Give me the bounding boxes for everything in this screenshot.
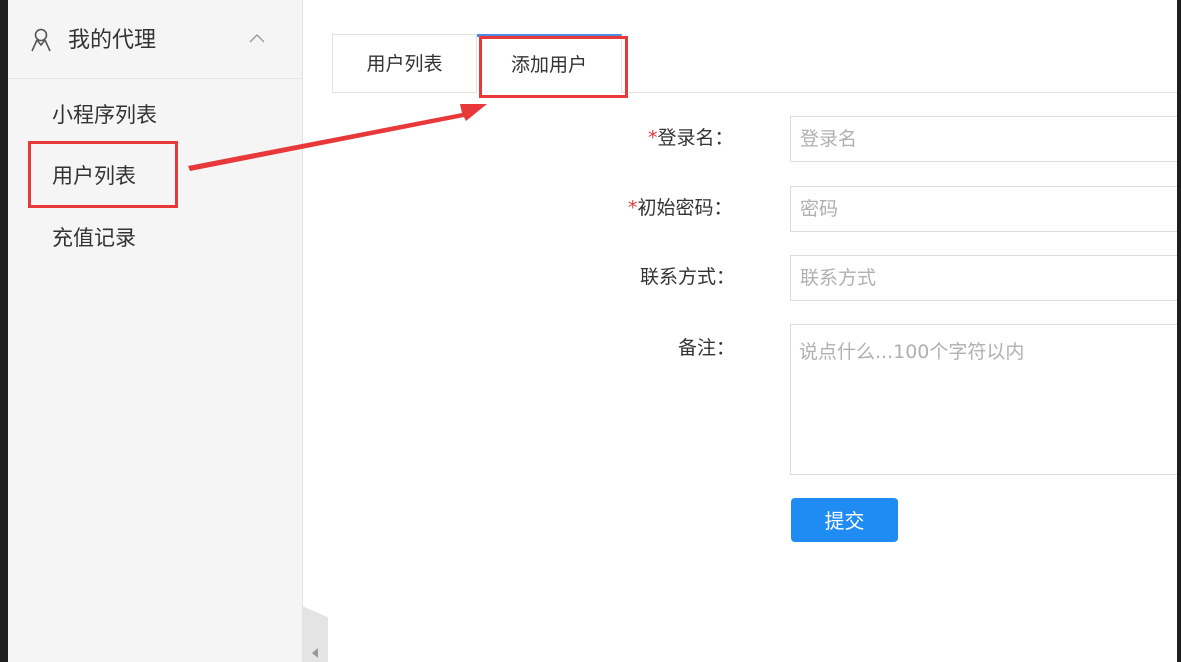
annotation-box-tab-add-user [479,36,628,98]
tab-user-list[interactable]: 用户列表 [332,34,477,92]
sidebar: 我的代理 小程序列表 用户列表 充值记录 [8,0,303,662]
note-textarea[interactable] [790,324,1177,475]
required-mark: * [648,127,658,149]
sidebar-group-title: 我的代理 [68,28,157,53]
login-name-label: *登录名： [648,126,734,150]
contact-input[interactable] [790,255,1177,301]
submit-button[interactable]: 提交 [791,498,898,542]
user-icon [31,28,51,52]
password-label-text: 初始密码： [637,197,733,219]
tabs-divider [332,92,1177,93]
contact-label: 联系方式： [640,266,736,288]
required-mark: * [628,197,638,219]
chevron-up-icon[interactable] [248,32,266,44]
window-edge [1177,0,1181,662]
sidebar-group-header[interactable]: 我的代理 [8,0,302,79]
annotation-box-sidebar-user-list [28,141,178,208]
sidebar-item-recharge-records[interactable]: 充值记录 [52,225,136,251]
login-name-label-text: 登录名： [657,127,734,149]
login-name-input[interactable] [790,116,1177,162]
password-label: *初始密码： [628,196,733,220]
sidebar-item-miniprogram-list[interactable]: 小程序列表 [52,102,157,128]
collapse-left-icon [312,648,318,658]
password-input[interactable] [790,186,1177,232]
note-label: 备注： [678,337,736,359]
